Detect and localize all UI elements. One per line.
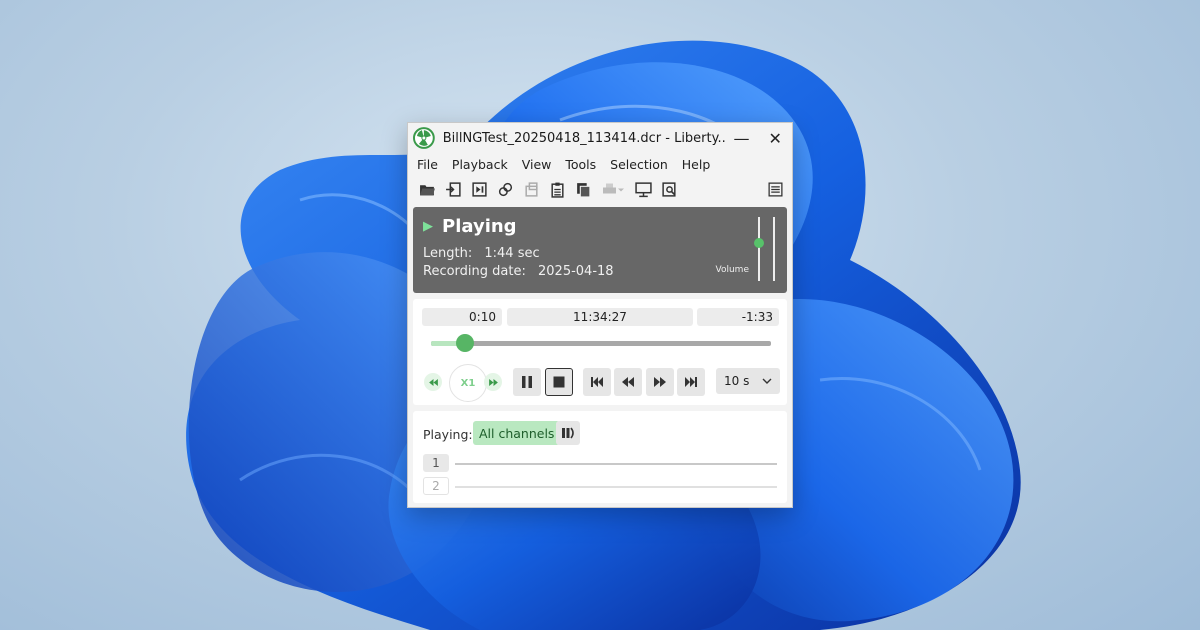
rewind-button[interactable] [614,368,642,396]
channel-view-button[interactable] [556,421,580,445]
length-row: Length: 1:44 sec [423,246,540,261]
speed-indicator: X1 [449,364,487,402]
skip-interval-value: 10 s [724,374,750,388]
status-panel: ▶ Playing Length: 1:44 sec Recording dat… [413,207,787,293]
copy-icon[interactable] [570,177,596,201]
menu-file[interactable]: File [410,157,445,172]
app-logo-icon [413,127,435,149]
channels-playing-label: Playing: [423,427,473,442]
menu-playback[interactable]: Playback [445,157,515,172]
volume-slider-track[interactable] [758,217,760,281]
playback-state: ▶ Playing [423,216,517,237]
export-icon[interactable] [466,177,492,201]
import-icon[interactable] [440,177,466,201]
channel-bars-icon [562,427,574,439]
volume-slider-knob[interactable] [754,238,764,248]
close-button[interactable]: ✕ [758,123,792,153]
channel-2-waveform [455,486,777,488]
menu-help[interactable]: Help [675,157,718,172]
play-state-icon: ▶ [423,219,433,234]
recording-date-value: 2025-04-18 [538,264,614,279]
open-folder-icon[interactable] [414,177,440,201]
menu-view[interactable]: View [515,157,559,172]
minimize-button[interactable]: — [725,123,759,153]
skip-to-end-button[interactable] [677,368,705,396]
channels-panel: Playing: All channels 1 2 [413,411,787,503]
menu-selection[interactable]: Selection [603,157,675,172]
playback-state-text: Playing [442,216,517,237]
channel-1-waveform [455,463,777,465]
all-channels-button[interactable]: All channels [473,421,561,445]
remaining-time: -1:33 [697,308,779,326]
menu-bar: File Playback View Tools Selection Help [408,153,792,175]
recording-date-label: Recording date: [423,264,526,279]
stop-icon [553,376,565,388]
elapsed-time: 0:10 [422,308,502,326]
faster-button[interactable] [484,373,502,391]
volume-level-meter [773,217,775,281]
toolbar [408,175,792,203]
window-title: BillNGTest_20250418_113414.dcr - Liberty… [442,130,725,146]
screen-icon[interactable] [630,177,656,201]
title-bar[interactable]: BillNGTest_20250418_113414.dcr - Liberty… [408,123,792,153]
chevron-down-icon [762,378,772,384]
preview-icon[interactable] [656,177,682,201]
volume-label: Volume [715,265,749,275]
rewind-icon [622,377,634,387]
slower-button[interactable] [424,373,442,391]
skip-start-icon [591,377,603,387]
skip-interval-select[interactable]: 10 s [716,368,780,394]
player-window: BillNGTest_20250418_113414.dcr - Liberty… [407,122,793,508]
channel-1-button[interactable]: 1 [423,454,449,472]
length-label: Length: [423,246,473,261]
length-value: 1:44 sec [484,246,540,261]
skip-end-icon [685,377,697,387]
fast-forward-icon [654,377,666,387]
fast-forward-button[interactable] [646,368,674,396]
transport-panel: 0:10 11:34:27 -1:33 X1 10 s [413,299,787,405]
stop-button[interactable] [545,368,573,396]
position-slider[interactable] [431,334,771,352]
pause-icon [522,376,532,388]
rewind-small-icon [428,378,438,386]
properties-icon[interactable] [518,177,544,201]
clipboard-icon[interactable] [544,177,570,201]
skip-to-start-button[interactable] [583,368,611,396]
link-icon[interactable] [492,177,518,201]
forward-small-icon [488,378,498,386]
menu-lines-icon[interactable] [762,177,788,201]
pause-button[interactable] [513,368,541,396]
channel-2-button[interactable]: 2 [423,477,449,495]
recording-date-row: Recording date: 2025-04-18 [423,264,614,279]
menu-tools[interactable]: Tools [558,157,603,172]
print-icon[interactable] [596,177,630,201]
position-slider-knob[interactable] [456,334,474,352]
clock-time: 11:34:27 [507,308,693,326]
